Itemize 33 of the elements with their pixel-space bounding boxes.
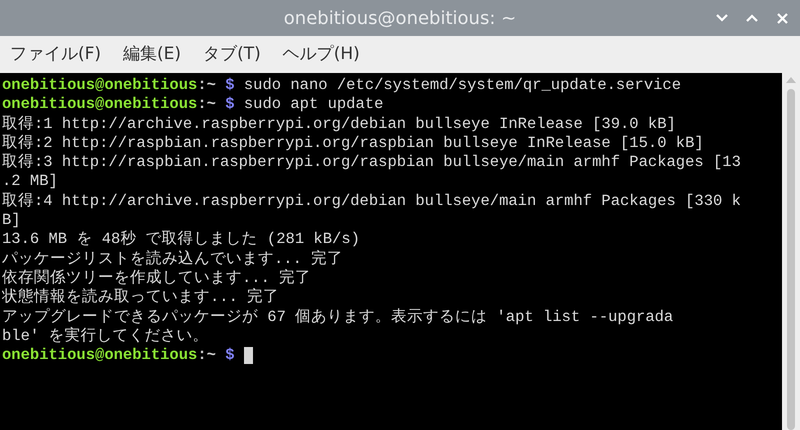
output-line: 取得:4 http://archive.raspberrypi.org/debian bullseye/main armhf Packages [330 k (2, 192, 741, 212)
menu-item[interactable]: タブ(T) (201, 42, 263, 68)
prompt-user: onebitious@onebitious (2, 95, 198, 115)
command-text: sudo nano /etc/systemd/system/qr_update.service (244, 76, 682, 96)
output-line: 状態情報を読み取っています... 完了 (2, 288, 280, 308)
output-line: 取得:3 http://raspbian.raspberrypi.org/raspbian bullseye/main armhf Packages [13 (2, 153, 741, 172)
output-line: B] (2, 211, 21, 230)
prompt-path: :~ (197, 95, 216, 115)
chevron-up-icon (746, 14, 758, 22)
menu-item[interactable]: ファイル(F) (8, 42, 104, 68)
close-icon (776, 12, 788, 24)
prompt-symbol: $ (225, 95, 235, 115)
scrollbar-thumb[interactable] (787, 89, 795, 430)
prompt-user: onebitious@onebitious (2, 346, 198, 366)
output-line: ble' を実行してください。 (2, 326, 209, 346)
window-title: onebitious@onebitious: ~ (284, 6, 516, 30)
output-line: 13.6 MB を 48秒 で取得しました (281 kB/s) (2, 230, 360, 250)
output-line: .2 MB] (2, 172, 58, 192)
prompt-symbol: $ (225, 76, 235, 96)
output-line: 取得:1 http://archive.raspberrypi.org/debian bullseye InRelease [39.0 kB] (2, 114, 676, 134)
chevron-down-icon (716, 14, 728, 22)
output-line: アップグレードできるパッケージが 67 個あります。表示するには 'apt list --upgrada (2, 308, 674, 326)
menu-item[interactable]: 編集(E) (121, 42, 184, 68)
command-text: sudo apt update (244, 95, 384, 115)
prompt-path: :~ (197, 76, 216, 96)
output-line: 取得:2 http://raspbian.raspberrypi.org/raspbian bullseye InRelease [15.0 kB] (2, 134, 704, 154)
prompt-path: :~ (197, 346, 216, 366)
scroll-up-icon (786, 77, 796, 83)
output-line: パッケージリストを読み込んでいます... 完了 (2, 250, 344, 269)
prompt-symbol: $ (225, 346, 235, 366)
menu-item[interactable]: ヘルプ(H) (280, 42, 362, 68)
output-line: 依存関係ツリーを作成しています... 完了 (2, 268, 312, 288)
prompt-user: onebitious@onebitious (2, 76, 198, 96)
